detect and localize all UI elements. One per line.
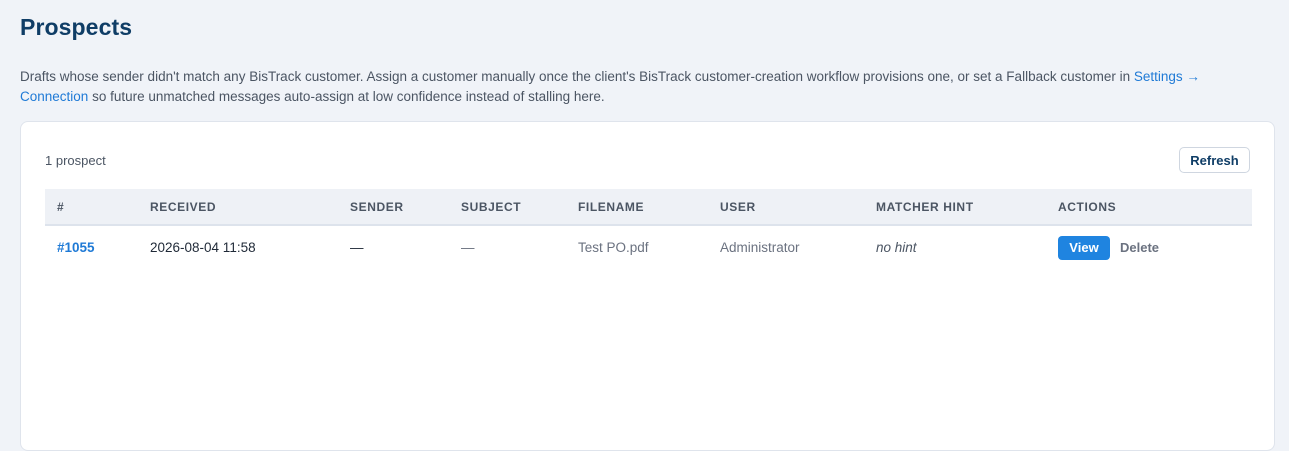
column-header-matcher-hint: MATCHER HINT <box>864 189 1046 226</box>
description-text-after: so future unmatched messages auto-assign… <box>88 89 605 104</box>
prospects-card: 1 prospect Refresh # RECEIVED SENDER SUB… <box>20 121 1275 451</box>
column-header-subject: SUBJECT <box>449 189 566 226</box>
cell-matcher-hint: no hint <box>876 240 917 255</box>
column-header-sender: SENDER <box>338 189 449 226</box>
column-header-filename: FILENAME <box>566 189 708 226</box>
cell-user: Administrator <box>720 240 800 255</box>
cell-filename: Test PO.pdf <box>578 240 649 255</box>
table-header-row: # RECEIVED SENDER SUBJECT FILENAME USER … <box>45 189 1252 226</box>
description-text-before: Drafts whose sender didn't match any Bis… <box>20 69 1134 84</box>
cell-actions: View Delete <box>1046 225 1252 269</box>
column-header-user: USER <box>708 189 864 226</box>
prospects-table: # RECEIVED SENDER SUBJECT FILENAME USER … <box>45 189 1252 269</box>
cell-sender: — <box>350 240 364 255</box>
prospect-id-link[interactable]: #1055 <box>57 240 95 255</box>
cell-received: 2026-08-04 11:58 <box>150 240 256 255</box>
prospect-count: 1 prospect <box>45 153 106 168</box>
column-header-id: # <box>45 189 138 226</box>
column-header-received: RECEIVED <box>138 189 338 226</box>
view-button[interactable]: View <box>1058 235 1110 260</box>
page-description: Drafts whose sender didn't match any Bis… <box>20 67 1250 107</box>
cell-subject: — <box>461 240 475 255</box>
cell-id: #1055 <box>45 225 138 269</box>
delete-button[interactable]: Delete <box>1116 240 1163 255</box>
table-row: #1055 2026-08-04 11:58 — — Test PO.pdf A… <box>45 225 1252 269</box>
page-title: Prospects <box>20 14 133 40</box>
refresh-button[interactable]: Refresh <box>1179 147 1250 173</box>
column-header-actions: ACTIONS <box>1046 189 1252 226</box>
